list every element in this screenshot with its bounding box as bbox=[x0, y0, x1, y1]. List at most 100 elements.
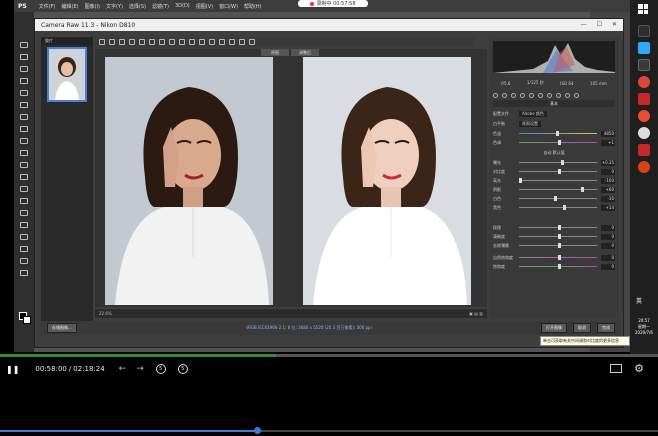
app-red-icon[interactable] bbox=[638, 93, 650, 105]
open-image-button[interactable]: 打开图像 bbox=[540, 323, 567, 333]
slider-value[interactable]: 0 bbox=[601, 242, 615, 249]
slider-value[interactable]: 0 bbox=[601, 263, 615, 270]
healing-tool-icon[interactable] bbox=[20, 114, 28, 120]
skip-back-button[interactable]: 5 bbox=[155, 364, 166, 374]
rotate-right-icon[interactable] bbox=[249, 39, 255, 45]
slider-value[interactable]: 0 bbox=[601, 168, 615, 175]
text-tool-icon[interactable] bbox=[20, 222, 28, 228]
zoom-icon[interactable] bbox=[99, 39, 105, 45]
filmstrip-thumbnail[interactable] bbox=[47, 47, 87, 102]
tab-calibration-icon[interactable] bbox=[556, 93, 561, 98]
app-circle-icon[interactable] bbox=[638, 127, 650, 139]
crop-icon[interactable] bbox=[149, 39, 155, 45]
previous-icon[interactable]: ← bbox=[119, 364, 127, 374]
skip-forward-button[interactable]: 5 bbox=[177, 364, 188, 374]
transform-icon[interactable] bbox=[169, 39, 175, 45]
hand-tool-icon[interactable] bbox=[20, 258, 28, 264]
tab-hsl-icon[interactable] bbox=[520, 93, 525, 98]
radial-filter-icon[interactable] bbox=[219, 39, 225, 45]
quick-select-tool-icon[interactable] bbox=[20, 78, 28, 84]
settings-gear-icon[interactable]: ⚙ bbox=[634, 362, 644, 375]
menu-type[interactable]: 文字(Y) bbox=[106, 3, 123, 10]
workflow-options-link[interactable]: sRGB IEC61966-2.1; 8 位; 3680 x 5520 (20.… bbox=[246, 325, 372, 331]
straighten-icon[interactable] bbox=[159, 39, 165, 45]
folder-icon[interactable] bbox=[638, 59, 650, 71]
hand-icon[interactable] bbox=[109, 39, 115, 45]
slider-highlights[interactable]: 高光 -100 bbox=[493, 176, 615, 185]
tab-presets-icon[interactable] bbox=[565, 93, 570, 98]
menu-view[interactable]: 视图(V) bbox=[196, 3, 213, 10]
slider-temperature[interactable]: 色温 4850 bbox=[493, 129, 615, 138]
slider-value[interactable]: +14 bbox=[601, 204, 615, 211]
adjustment-brush-icon[interactable] bbox=[199, 39, 205, 45]
pause-button[interactable]: ❚❚ bbox=[6, 365, 19, 374]
menu-filter[interactable]: 滤镜(T) bbox=[152, 3, 169, 10]
next-icon[interactable]: → bbox=[136, 364, 144, 374]
path-select-tool-icon[interactable] bbox=[20, 234, 28, 240]
eyedropper-tool-icon[interactable] bbox=[20, 102, 28, 108]
slider-value[interactable]: 0 bbox=[601, 233, 615, 240]
tab-detail-icon[interactable] bbox=[511, 93, 516, 98]
slider-value[interactable]: -100 bbox=[601, 177, 615, 184]
lasso-tool-icon[interactable] bbox=[20, 66, 28, 72]
zoom-tool-icon[interactable] bbox=[20, 270, 28, 276]
wb-select[interactable]: 原照设置 bbox=[519, 120, 541, 127]
tab-split-toning-icon[interactable] bbox=[529, 93, 534, 98]
tab-lens-icon[interactable] bbox=[538, 93, 543, 98]
recording-indicator[interactable]: 录制中 00:57:58 bbox=[298, 0, 368, 7]
slider-shadows[interactable]: 阴影 +60 bbox=[493, 185, 615, 194]
photoshop-taskbar-icon[interactable] bbox=[638, 42, 650, 54]
eraser-tool-icon[interactable] bbox=[20, 162, 28, 168]
chrome-icon[interactable] bbox=[638, 76, 650, 88]
spot-removal-icon[interactable] bbox=[179, 39, 185, 45]
tab-effects-icon[interactable] bbox=[547, 93, 552, 98]
white-balance-icon[interactable] bbox=[119, 39, 125, 45]
slider-contrast[interactable]: 对比度 0 bbox=[493, 167, 615, 176]
brush-tool-icon[interactable] bbox=[20, 126, 28, 132]
slider-value[interactable]: +60 bbox=[601, 186, 615, 193]
marquee-tool-icon[interactable] bbox=[20, 54, 28, 60]
view-mode-icons[interactable]: ▣ ▤ ▥ bbox=[469, 311, 483, 316]
slider-value[interactable]: -10 bbox=[601, 195, 615, 202]
target-adjust-icon[interactable] bbox=[139, 39, 145, 45]
menu-window[interactable]: 窗口(W) bbox=[219, 3, 238, 10]
blur-tool-icon[interactable] bbox=[20, 186, 28, 192]
slider-value[interactable]: 4850 bbox=[601, 130, 615, 137]
maximize-icon[interactable]: ☐ bbox=[597, 21, 602, 28]
slider-clarity[interactable]: 清晰度 0 bbox=[493, 232, 615, 241]
preferences-icon[interactable] bbox=[229, 39, 235, 45]
gradient-tool-icon[interactable] bbox=[20, 174, 28, 180]
dodge-tool-icon[interactable] bbox=[20, 198, 28, 204]
history-brush-tool-icon[interactable] bbox=[20, 150, 28, 156]
ime-indicator[interactable]: 英 bbox=[636, 296, 642, 305]
slider-dehaze[interactable]: 去除薄雾 0 bbox=[493, 241, 615, 250]
shape-tool-icon[interactable] bbox=[20, 246, 28, 252]
taskbar-clock[interactable]: 20:57 星期一 2020/7/6 bbox=[630, 318, 658, 336]
rotate-left-icon[interactable] bbox=[239, 39, 245, 45]
app-weibo-icon[interactable] bbox=[638, 110, 650, 122]
cancel-button[interactable]: 取消 bbox=[572, 323, 591, 333]
slider-whites[interactable]: 白色 -10 bbox=[493, 194, 615, 203]
slider-value[interactable]: +1 bbox=[601, 139, 615, 146]
red-eye-icon[interactable] bbox=[189, 39, 195, 45]
tab-basic-icon[interactable] bbox=[493, 93, 498, 98]
zoom-level[interactable]: 22.6% bbox=[99, 311, 112, 316]
app-red2-icon[interactable] bbox=[638, 144, 650, 156]
crop-tool-icon[interactable] bbox=[20, 90, 28, 96]
menu-select[interactable]: 选择(S) bbox=[129, 3, 146, 10]
subtitle-icon[interactable] bbox=[610, 364, 622, 373]
close-icon[interactable]: ✕ bbox=[612, 21, 617, 28]
save-image-button[interactable]: 存储图像... bbox=[47, 323, 77, 333]
pen-tool-icon[interactable] bbox=[20, 210, 28, 216]
menu-3d[interactable]: 3D(D) bbox=[175, 3, 190, 9]
slider-blacks[interactable]: 黑色 +14 bbox=[493, 203, 615, 212]
slider-value[interactable]: 0 bbox=[601, 224, 615, 231]
file-explorer-icon[interactable] bbox=[638, 25, 650, 37]
slider-vibrance[interactable]: 自然饱和度 0 bbox=[493, 253, 615, 262]
done-button[interactable]: 完成 bbox=[596, 323, 615, 333]
move-tool-icon[interactable] bbox=[20, 42, 28, 48]
menu-edit[interactable]: 编辑(E) bbox=[62, 3, 79, 10]
slider-tint[interactable]: 色调 +1 bbox=[493, 138, 615, 147]
slider-saturation[interactable]: 饱和度 0 bbox=[493, 262, 615, 271]
scrub-handle[interactable] bbox=[253, 427, 261, 434]
